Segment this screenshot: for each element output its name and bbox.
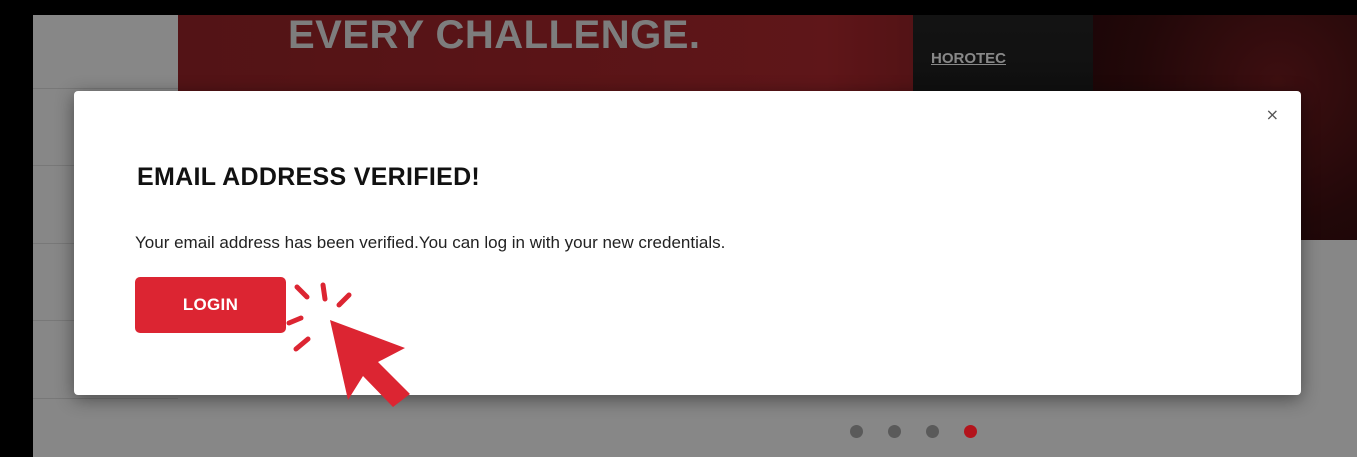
carousel-dot[interactable] [850,425,863,438]
modal-message: Your email address has been verified.You… [135,233,726,252]
carousel-dot[interactable] [888,425,901,438]
carousel-dot[interactable] [926,425,939,438]
carousel-dots [850,425,977,438]
modal-title: EMAIL ADDRESS VERIFIED! [137,163,481,191]
close-icon[interactable]: × [1266,105,1279,124]
carousel-dot-active[interactable] [964,425,977,438]
login-button[interactable]: LOGIN [135,277,286,333]
verification-modal: × EMAIL ADDRESS VERIFIED! Your email add… [74,91,1301,395]
